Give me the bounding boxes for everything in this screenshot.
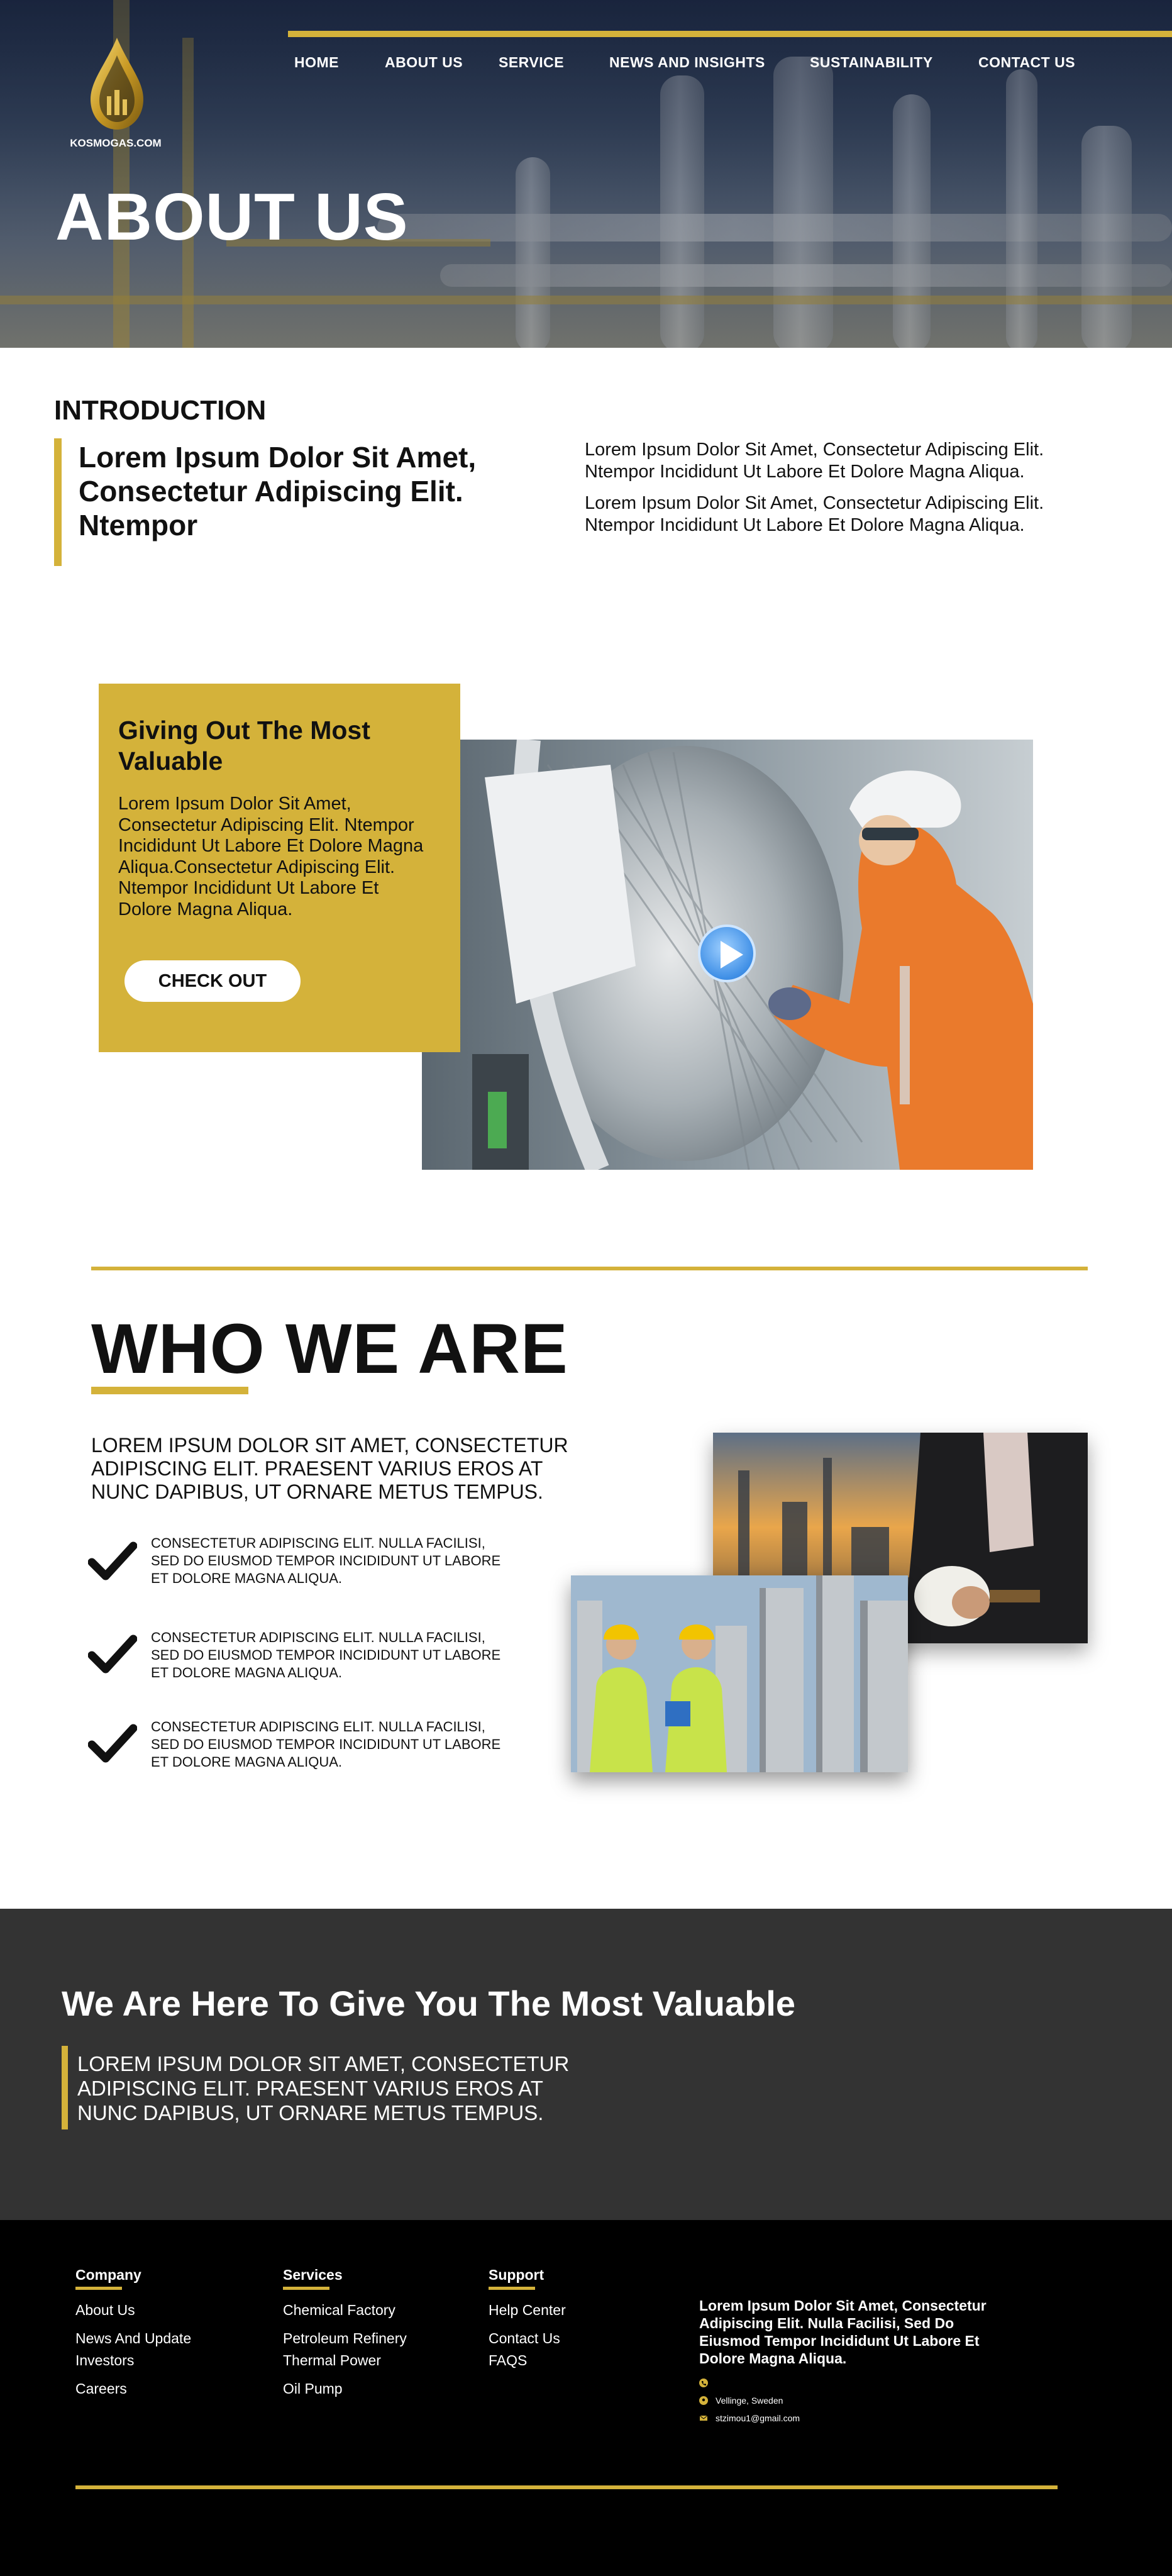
- footer-divider: [75, 2485, 1058, 2489]
- footer-link-investors[interactable]: Investors: [75, 2352, 134, 2369]
- footer-services-heading: Services: [283, 2267, 343, 2283]
- brand-logo[interactable]: KOSMOGAS.COM: [65, 36, 166, 156]
- footer-heading-underline: [75, 2287, 122, 2290]
- intro-lead: Lorem Ipsum Dolor Sit Amet, Consectetur …: [79, 441, 477, 541]
- play-icon: [721, 941, 743, 969]
- feature-title: Giving Out The Most Valuable: [118, 716, 370, 775]
- footer-link-careers[interactable]: Careers: [75, 2380, 127, 2397]
- hero-banner: [0, 0, 1172, 348]
- footer-heading-underline: [489, 2287, 535, 2290]
- feature-body: Lorem Ipsum Dolor Sit Amet, Consectetur …: [118, 794, 424, 919]
- checkmark-icon: [88, 1724, 137, 1763]
- checkmark-icon: [88, 1635, 137, 1674]
- footer: [0, 2220, 1172, 2576]
- play-button[interactable]: [698, 924, 756, 982]
- footer-link-news[interactable]: News And Update: [75, 2330, 191, 2347]
- who-point: CONSECTETUR ADIPISCING ELIT. NULLA FACIL…: [151, 1535, 501, 1586]
- nav-news-and-insights[interactable]: NEWS AND INSIGHTS: [609, 54, 765, 71]
- nav-home[interactable]: HOME: [294, 54, 339, 71]
- footer-heading-underline: [283, 2287, 329, 2290]
- nav-contact-us[interactable]: CONTACT US: [978, 54, 1075, 71]
- checkmark-icon: [88, 1541, 137, 1580]
- who-point: CONSECTETUR ADIPISCING ELIT. NULLA FACIL…: [151, 1719, 501, 1770]
- who-point: CONSECTETUR ADIPISCING ELIT. NULLA FACIL…: [151, 1629, 501, 1680]
- cta-title: We Are Here To Give You The Most Valuabl…: [62, 1984, 795, 2023]
- footer-email-link[interactable]: stzimou1@gmail.com: [716, 2413, 800, 2423]
- intro-heading: INTRODUCTION: [54, 395, 267, 426]
- page-title: ABOUT US: [55, 180, 409, 254]
- footer-link-chemical-factory[interactable]: Chemical Factory: [283, 2302, 395, 2319]
- intro-accent-bar: [54, 438, 62, 566]
- who-we-are-title: WHO WE ARE: [91, 1309, 568, 1388]
- email-icon: [699, 2415, 708, 2421]
- phone-icon: [699, 2379, 708, 2387]
- footer-link-about-us[interactable]: About Us: [75, 2302, 135, 2319]
- title-underline: [91, 1387, 248, 1394]
- brand-name: KOSMOGAS.COM: [70, 137, 162, 149]
- nav-about-us[interactable]: ABOUT US: [385, 54, 463, 71]
- who-we-are-lead: LOREM IPSUM DOLOR SIT AMET, CONSECTETUR …: [91, 1434, 568, 1503]
- nav-service[interactable]: SERVICE: [499, 54, 564, 71]
- oil-drop-icon: [91, 38, 143, 130]
- location-pin-icon: [699, 2396, 708, 2405]
- engineers-handshake-image: [571, 1575, 908, 1772]
- footer-link-help-center[interactable]: Help Center: [489, 2302, 566, 2319]
- cta-accent-bar: [62, 2046, 68, 2129]
- nav-sustainability[interactable]: SUSTAINABILITY: [810, 54, 933, 71]
- footer-company-heading: Company: [75, 2267, 141, 2283]
- intro-paragraph: Lorem Ipsum Dolor Sit Amet, Consectetur …: [585, 493, 1044, 535]
- section-divider: [91, 1267, 1088, 1270]
- footer-about-text: Lorem Ipsum Dolor Sit Amet, Consectetur …: [699, 2297, 987, 2367]
- footer-link-petroleum-refinery[interactable]: Petroleum Refinery: [283, 2330, 407, 2347]
- footer-address: Vellinge, Sweden: [716, 2396, 783, 2406]
- nav-accent-line: [288, 31, 1172, 37]
- footer-link-thermal-power[interactable]: Thermal Power: [283, 2352, 381, 2369]
- check-out-button[interactable]: CHECK OUT: [124, 960, 301, 1002]
- footer-link-faqs[interactable]: FAQS: [489, 2352, 527, 2369]
- feature-video-thumbnail[interactable]: [422, 740, 1033, 1170]
- footer-link-contact-us[interactable]: Contact Us: [489, 2330, 560, 2347]
- intro-paragraph: Lorem Ipsum Dolor Sit Amet, Consectetur …: [585, 440, 1044, 482]
- cta-body: LOREM IPSUM DOLOR SIT AMET, CONSECTETUR …: [77, 2052, 570, 2124]
- footer-link-oil-pump[interactable]: Oil Pump: [283, 2380, 343, 2397]
- footer-support-heading: Support: [489, 2267, 545, 2283]
